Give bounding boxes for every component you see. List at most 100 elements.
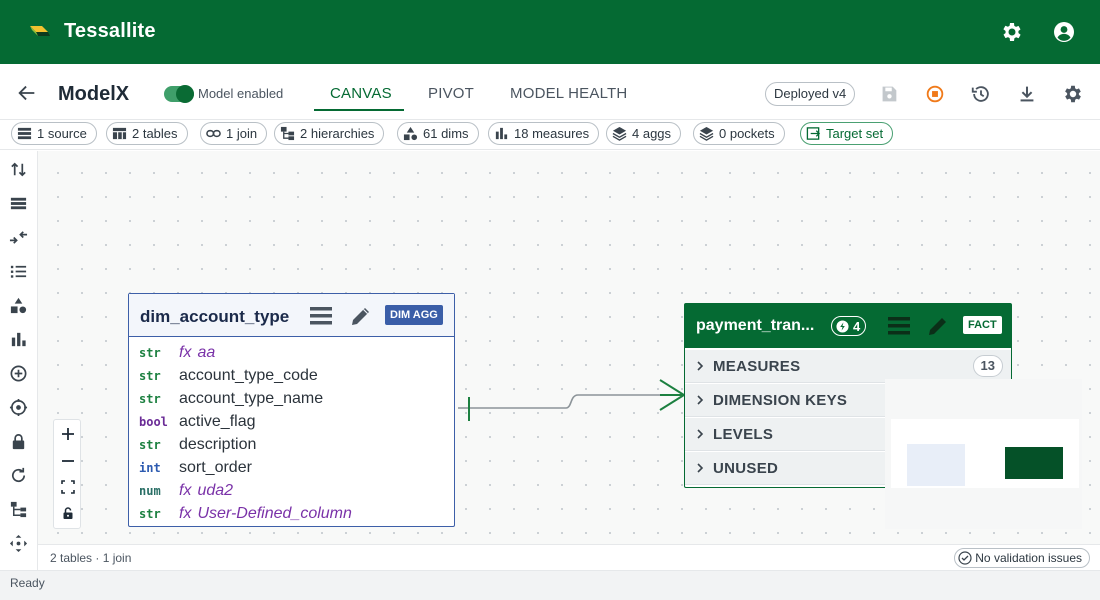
chip-dims[interactable]: 61 dims — [397, 122, 479, 145]
chevron-right-icon — [697, 463, 704, 473]
popup-panel — [891, 419, 1079, 488]
hierarchy-icon — [280, 126, 295, 141]
layers-icon — [612, 126, 627, 141]
chip-sources[interactable]: 1 source — [11, 122, 97, 145]
target-arrow-icon — [806, 127, 821, 140]
fact-agg-count: 4 — [853, 318, 861, 334]
add-circle-icon[interactable] — [9, 364, 28, 383]
app-footer: Ready — [0, 570, 1100, 600]
hamburger-menu-icon[interactable] — [887, 314, 911, 338]
column-row[interactable]: str description — [139, 433, 256, 456]
plus-icon — [62, 428, 74, 440]
chip-label: 18 measures — [514, 126, 590, 141]
save-icon[interactable] — [878, 83, 900, 105]
chip-label: Target set — [826, 126, 884, 141]
logo-icon — [30, 26, 50, 36]
link-icon — [206, 129, 221, 138]
minus-icon — [62, 460, 74, 462]
chip-hierarchies[interactable]: 2 hierarchies — [274, 122, 385, 145]
popup-action-block[interactable] — [1005, 447, 1063, 479]
download-icon[interactable] — [1016, 83, 1038, 105]
chip-aggs[interactable]: 4 aggs — [606, 122, 682, 145]
zoom-in-button[interactable] — [58, 424, 78, 444]
chip-label: 1 source — [37, 126, 87, 141]
column-row[interactable]: str account_type_name — [139, 387, 323, 410]
app-title: Tessallite — [64, 20, 156, 42]
model-enabled-toggle[interactable] — [164, 85, 194, 103]
model-canvas[interactable]: dim_account_type DIM AGG str fx aa str a… — [38, 151, 1100, 544]
column-row[interactable]: num fx uda2 — [139, 479, 233, 502]
ready-status: Ready — [10, 576, 45, 590]
history-icon[interactable] — [970, 83, 992, 105]
swap-vertical-icon[interactable] — [9, 160, 28, 179]
model-header: ModelX Model enabled CANVAS PIVOT MODEL … — [0, 64, 1100, 120]
lock-view-button[interactable] — [58, 503, 78, 523]
column-type: str — [139, 345, 161, 360]
column-row[interactable]: str account_type_code — [139, 364, 318, 387]
zoom-controls — [53, 419, 81, 529]
fact-badge: FACT — [963, 316, 1002, 334]
zoom-out-button[interactable] — [58, 451, 78, 471]
tab-pivot[interactable]: PIVOT — [428, 85, 474, 102]
model-name: ModelX — [58, 83, 130, 105]
section-label: LEVELS — [713, 425, 774, 443]
lock-icon[interactable] — [9, 432, 28, 451]
column-name: account_type_code — [179, 366, 318, 384]
tab-model-health[interactable]: MODEL HEALTH — [510, 85, 627, 102]
chip-label: 0 pockets — [719, 126, 775, 141]
popup-overlay — [885, 379, 1082, 529]
column-row[interactable]: str fx User-Defined_column — [139, 502, 352, 525]
dim-table-card[interactable]: dim_account_type DIM AGG str fx aa str a… — [128, 293, 455, 527]
top-app-bar: Tessallite — [0, 0, 1100, 64]
chevron-right-icon — [697, 429, 704, 439]
chip-pockets[interactable]: 0 pockets — [693, 122, 785, 145]
column-row[interactable]: int sort_order — [139, 456, 252, 479]
section-label: UNUSED — [713, 459, 779, 477]
shapes-icon[interactable] — [9, 296, 28, 315]
fact-table-header[interactable]: payment_tran... 4 FACT — [685, 304, 1011, 348]
refresh-icon[interactable] — [9, 466, 28, 485]
edit-pencil-icon[interactable] — [926, 314, 950, 338]
chevron-right-icon — [697, 361, 704, 371]
target-icon[interactable] — [9, 398, 28, 417]
list-rows-icon[interactable] — [9, 194, 28, 213]
chip-tables[interactable]: 2 tables — [106, 122, 188, 145]
deployed-version-badge[interactable]: Deployed v4 — [765, 82, 856, 106]
numbered-list-icon[interactable] — [9, 262, 28, 281]
column-row[interactable]: bool active_flag — [139, 410, 256, 433]
model-settings-gear-icon[interactable] — [1062, 83, 1084, 105]
chip-joins[interactable]: 1 join — [200, 122, 268, 145]
chip-label: 2 tables — [132, 126, 178, 141]
column-name: active_flag — [179, 412, 256, 430]
chip-measures[interactable]: 18 measures — [488, 122, 600, 145]
dim-agg-badge: DIM AGG — [385, 305, 443, 325]
hamburger-menu-icon[interactable] — [309, 305, 333, 327]
bar-chart-icon[interactable] — [9, 330, 28, 349]
tab-canvas[interactable]: CANVAS — [330, 85, 392, 102]
back-arrow-icon[interactable] — [16, 82, 38, 104]
edit-pencil-icon[interactable] — [349, 304, 373, 328]
column-type: str — [139, 437, 161, 452]
chip-target-set[interactable]: Target set — [800, 122, 894, 145]
settings-gear-icon[interactable] — [1000, 20, 1024, 44]
column-row[interactable]: str fx aa — [139, 341, 215, 364]
validation-status-badge[interactable]: No validation issues — [954, 548, 1090, 568]
fact-agg-count-badge[interactable]: 4 — [831, 316, 867, 336]
tree-structure-icon[interactable] — [9, 500, 28, 519]
dim-table-name: dim_account_type — [140, 307, 290, 326]
dim-table-header[interactable]: dim_account_type DIM AGG — [129, 294, 454, 337]
move-arrows-icon[interactable] — [9, 534, 28, 553]
chip-label: 4 aggs — [632, 126, 672, 141]
canvas-status-bar: 2 tables · 1 join No validation issues — [38, 544, 1100, 570]
chevron-right-icon — [697, 395, 704, 405]
column-type: bool — [139, 414, 168, 429]
account-circle-icon[interactable] — [1052, 20, 1076, 44]
section-label: MEASURES — [713, 357, 801, 375]
join-arrows-icon[interactable] — [9, 228, 28, 247]
column-type: int — [139, 460, 161, 475]
fit-view-button[interactable] — [58, 477, 78, 497]
check-circle-icon — [958, 551, 972, 565]
chip-label: 2 hierarchies — [300, 126, 375, 141]
popup-placeholder-block — [907, 444, 965, 486]
stop-icon[interactable] — [924, 83, 946, 105]
